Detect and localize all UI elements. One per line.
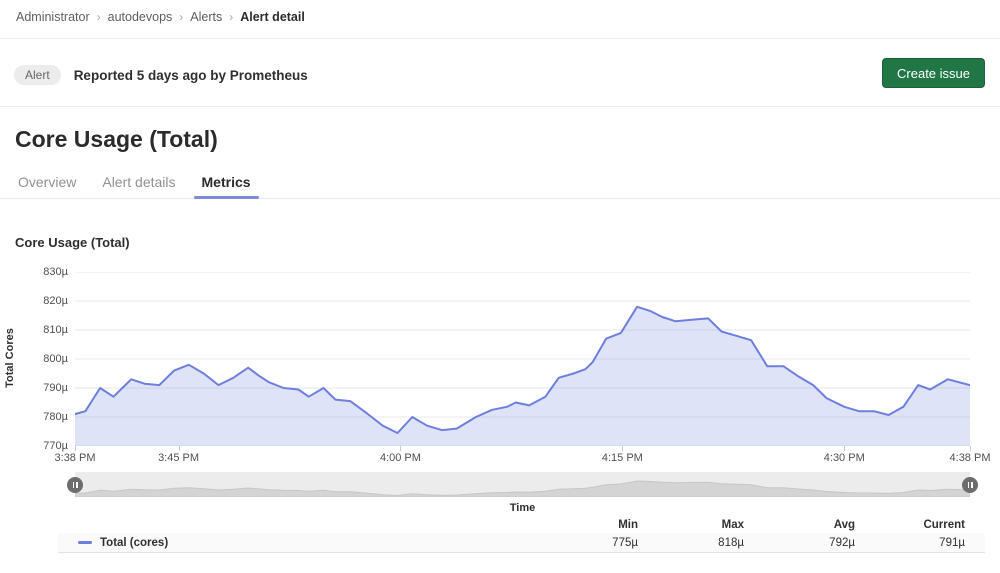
x-tick-mark bbox=[400, 446, 401, 451]
breadcrumb: Administrator › autodevops › Alerts › Alert de… bbox=[16, 10, 305, 24]
y-tick-label: 790µ bbox=[23, 382, 68, 394]
x-tick-mark bbox=[844, 446, 845, 451]
legend-table: MinMaxAvgCurrent Total (cores)775µ818µ79… bbox=[58, 517, 985, 553]
divider bbox=[0, 38, 1000, 39]
x-tick-mark bbox=[75, 446, 76, 451]
legend-value-max: 818µ bbox=[638, 537, 744, 549]
breadcrumb-item-alerts[interactable]: Alerts bbox=[190, 10, 222, 24]
x-tick-label: 4:15 PM bbox=[592, 452, 652, 464]
y-tick-label: 820µ bbox=[23, 295, 68, 307]
legend-header-max: Max bbox=[638, 519, 744, 531]
reported-text: Reported 5 days ago by Prometheus bbox=[74, 68, 308, 83]
alert-bar: Alert Reported 5 days ago by Prometheus … bbox=[0, 56, 1000, 94]
y-tick-label: 770µ bbox=[23, 440, 68, 452]
brush-handle-right[interactable] bbox=[962, 477, 978, 493]
create-issue-button[interactable]: Create issue bbox=[882, 58, 985, 88]
tab-bar: Overview Alert details Metrics bbox=[0, 170, 1000, 199]
tab-alert-details[interactable]: Alert details bbox=[94, 170, 183, 198]
series-label: Total (cores) bbox=[100, 537, 168, 549]
page-title: Core Usage (Total) bbox=[15, 126, 218, 153]
alert-status-badge: Alert bbox=[14, 65, 61, 85]
tab-overview[interactable]: Overview bbox=[10, 170, 84, 198]
legend-value-min: 775µ bbox=[532, 537, 638, 549]
breadcrumb-separator: › bbox=[229, 10, 233, 24]
y-tick-label: 780µ bbox=[23, 411, 68, 423]
legend-header-min: Min bbox=[532, 519, 638, 531]
x-tick-label: 3:45 PM bbox=[149, 452, 209, 464]
x-tick-label: 4:30 PM bbox=[814, 452, 874, 464]
alert-detail-page: Administrator › autodevops › Alerts › Alert de… bbox=[0, 0, 1000, 573]
breadcrumb-item-administrator[interactable]: Administrator bbox=[16, 10, 90, 24]
metrics-area-chart[interactable] bbox=[75, 272, 970, 446]
tab-metrics[interactable]: Metrics bbox=[194, 170, 259, 198]
time-range-brush[interactable] bbox=[75, 472, 970, 497]
brush-handle-left[interactable] bbox=[67, 477, 83, 493]
legend-header-avg: Avg bbox=[744, 519, 855, 531]
x-axis-label: Time bbox=[75, 502, 970, 514]
x-tick-label: 3:38 PM bbox=[45, 452, 105, 464]
x-tick-mark bbox=[179, 446, 180, 451]
breadcrumb-separator: › bbox=[179, 10, 183, 24]
series-color-swatch bbox=[78, 541, 92, 544]
legend-header-current: Current bbox=[855, 519, 965, 531]
y-tick-label: 800µ bbox=[23, 353, 68, 365]
x-tick-mark bbox=[970, 446, 971, 451]
y-tick-label: 810µ bbox=[23, 324, 68, 336]
x-tick-mark bbox=[622, 446, 623, 451]
chart-title: Core Usage (Total) bbox=[15, 235, 130, 250]
legend-series-row[interactable]: Total (cores) 775µ818µ792µ791µ bbox=[58, 533, 985, 553]
legend-header-row: MinMaxAvgCurrent bbox=[58, 517, 985, 533]
legend-series-name: Total (cores) bbox=[58, 537, 532, 549]
y-axis-label: Total Cores bbox=[4, 313, 16, 403]
brush-mini-chart bbox=[75, 481, 970, 497]
legend-value-avg: 792µ bbox=[744, 537, 855, 549]
legend-value-current: 791µ bbox=[855, 537, 965, 549]
x-tick-label: 4:00 PM bbox=[370, 452, 430, 464]
y-tick-label: 830µ bbox=[23, 266, 68, 278]
breadcrumb-item-autodevops[interactable]: autodevops bbox=[108, 10, 173, 24]
series-area-fill bbox=[75, 307, 970, 446]
breadcrumb-item-alert-detail: Alert detail bbox=[240, 10, 305, 24]
divider bbox=[0, 106, 1000, 107]
breadcrumb-separator: › bbox=[97, 10, 101, 24]
x-tick-label: 4:38 PM bbox=[940, 452, 1000, 464]
